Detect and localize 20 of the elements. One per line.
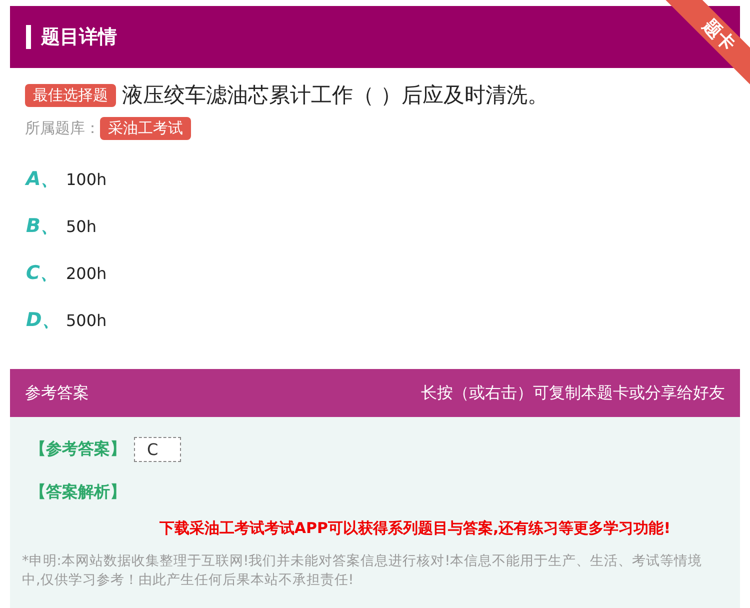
bank-label: 所属题库： [25,119,100,138]
option-letter: A、 [26,167,58,192]
question-type-badge: 最佳选择题 [25,84,116,106]
analysis-label: 【答案解析】 [30,482,127,503]
option-text: 200h [66,264,107,282]
question-text: 液压绞车滤油芯累计工作（ ）后应及时清洗。 [122,82,549,109]
promo-text: 下载采油工考试考试APP可以获得系列题目与答案,还有练习等更多学习功能! [158,519,672,538]
answer-value: C [134,437,182,462]
bank-tag[interactable]: 采油工考试 [100,117,191,140]
option-letter: B、 [26,214,58,239]
option-text: 500h [66,310,107,330]
option-letter: C、 [26,261,58,286]
answer-title: 参考答案 [25,382,89,404]
option-letter: D、 [26,308,58,333]
copy-hint: 长按（或右击）可复制本题卡或分享给好友 [421,382,725,404]
header-title: 题目详情 [26,25,117,49]
answer-label: 【参考答案】 [30,439,126,460]
disclaimer-text: *申明:本网站数据收集整理于互联网!我们并未能对答案信息进行核对!本信息不能用于生产、生活、考试等情境中,仅供学习参考！由此产生任何后果本站不承担责任! [22,552,704,590]
option-text: 100h [66,170,107,188]
option-text: 50h [66,216,96,236]
